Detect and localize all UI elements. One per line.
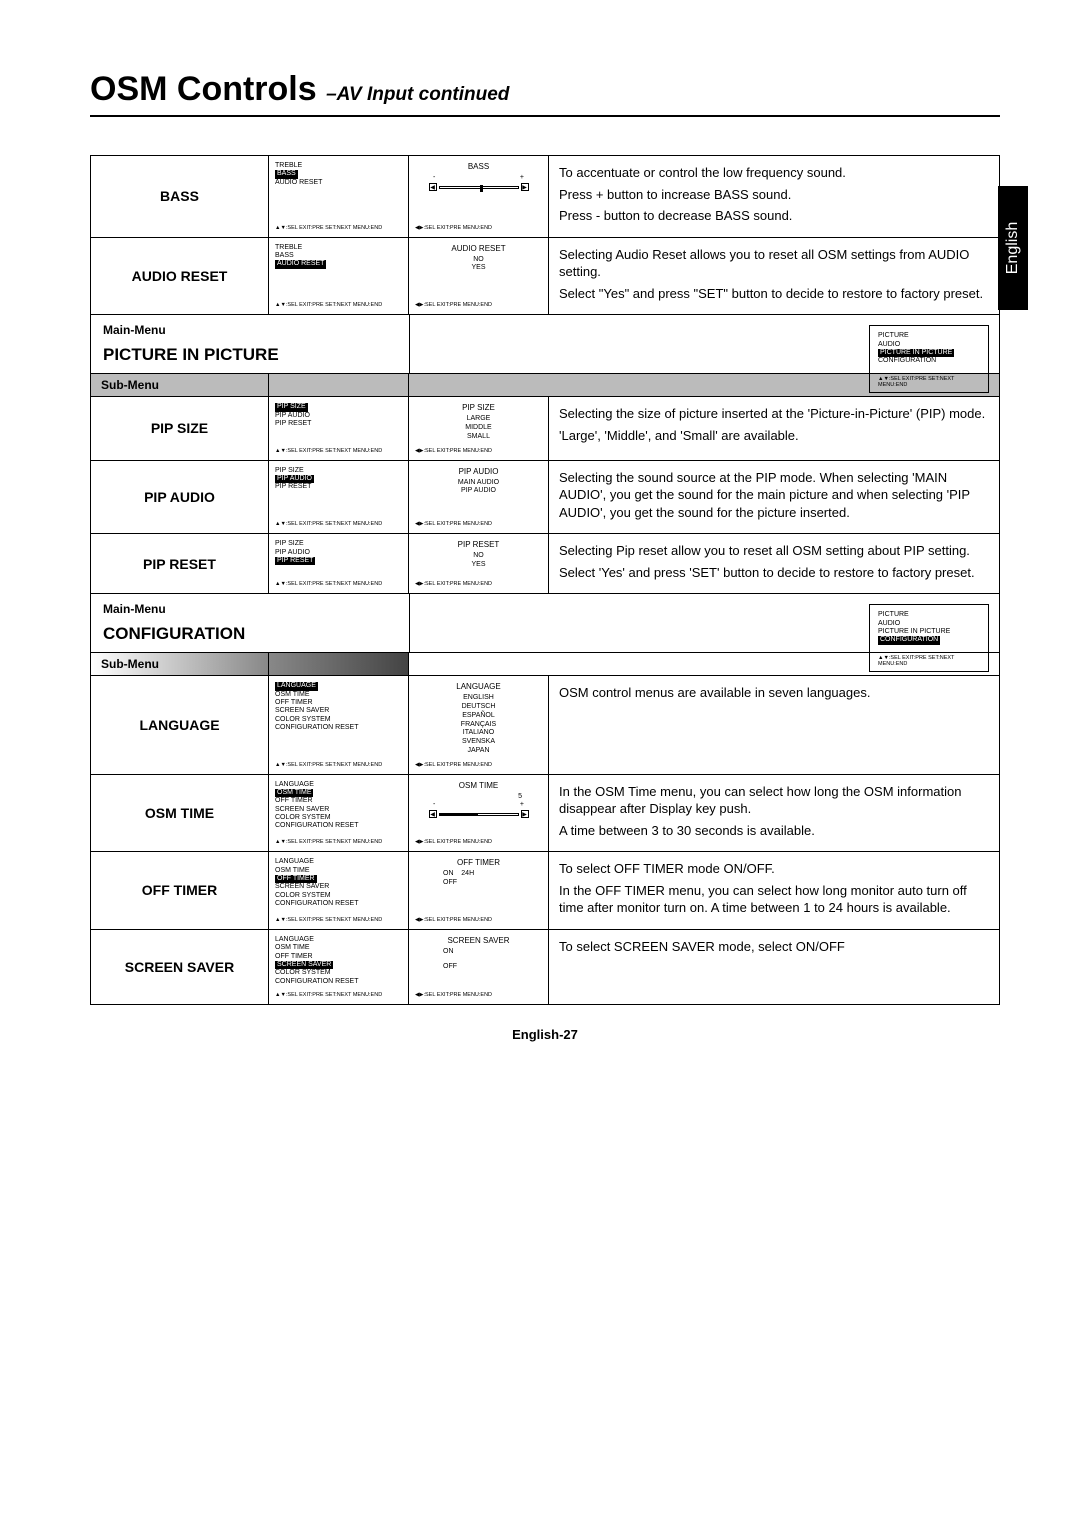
section-config: Main-Menu CONFIGURATION PICTURE AUDIO PI… xyxy=(90,594,1000,653)
osd-main-menu: PICTURE AUDIO PICTURE IN PICTURE CONFIGU… xyxy=(869,325,989,393)
label-bass: BASS xyxy=(91,156,269,237)
main-menu-label: Main-Menu xyxy=(103,323,397,337)
label-audio-reset: AUDIO RESET xyxy=(91,238,269,315)
row-screen-saver: SCREEN SAVER LANGUAGE OSM TIME OFF TIMER… xyxy=(90,930,1000,1005)
row-pip-audio: PIP AUDIO PIP SIZE PIP AUDIO PIP RESET :… xyxy=(90,461,1000,535)
osd-footer: :SEL EXIT:PRE SET:NEXT MENU:END xyxy=(275,225,402,231)
sub-menu-bar: Sub-Menu xyxy=(90,374,1000,397)
page-footer: English-27 xyxy=(90,1027,1000,1042)
row-audio-reset: AUDIO RESET TREBLE BASS AUDIO RESET :SEL… xyxy=(90,238,1000,316)
section-title-pip: PICTURE IN PICTURE xyxy=(103,345,397,365)
row-bass: BASS TREBLE BASS AUDIO RESET :SEL EXIT:P… xyxy=(90,155,1000,238)
page-title: OSM Controls –AV Input continued xyxy=(90,70,1000,117)
slider: ◀ ▶ xyxy=(415,183,542,191)
osd-menu: TREBLE BASS AUDIO RESET xyxy=(275,162,402,187)
sub-title: BASS xyxy=(415,162,542,171)
desc-bass: To accentuate or control the low frequen… xyxy=(549,156,999,237)
language-tab: English xyxy=(998,186,1028,310)
sub-menu-bar: Sub-Menu xyxy=(90,653,1000,676)
section-title-config: CONFIGURATION xyxy=(103,624,397,644)
row-osm-time: OSM TIME LANGUAGE OSM TIME OFF TIMER SCR… xyxy=(90,775,1000,853)
section-pip: Main-Menu PICTURE IN PICTURE PICTURE AUD… xyxy=(90,315,1000,374)
row-pip-size: PIP SIZE PIP SIZE PIP AUDIO PIP RESET :S… xyxy=(90,397,1000,460)
row-off-timer: OFF TIMER LANGUAGE OSM TIME OFF TIMER SC… xyxy=(90,852,1000,930)
title-main: OSM Controls xyxy=(90,70,326,108)
row-language: LANGUAGE LANGUAGE OSM TIME OFF TIMER SCR… xyxy=(90,676,1000,774)
row-pip-reset: PIP RESET PIP SIZE PIP AUDIO PIP RESET :… xyxy=(90,534,1000,594)
title-sub: –AV Input continued xyxy=(326,84,509,105)
